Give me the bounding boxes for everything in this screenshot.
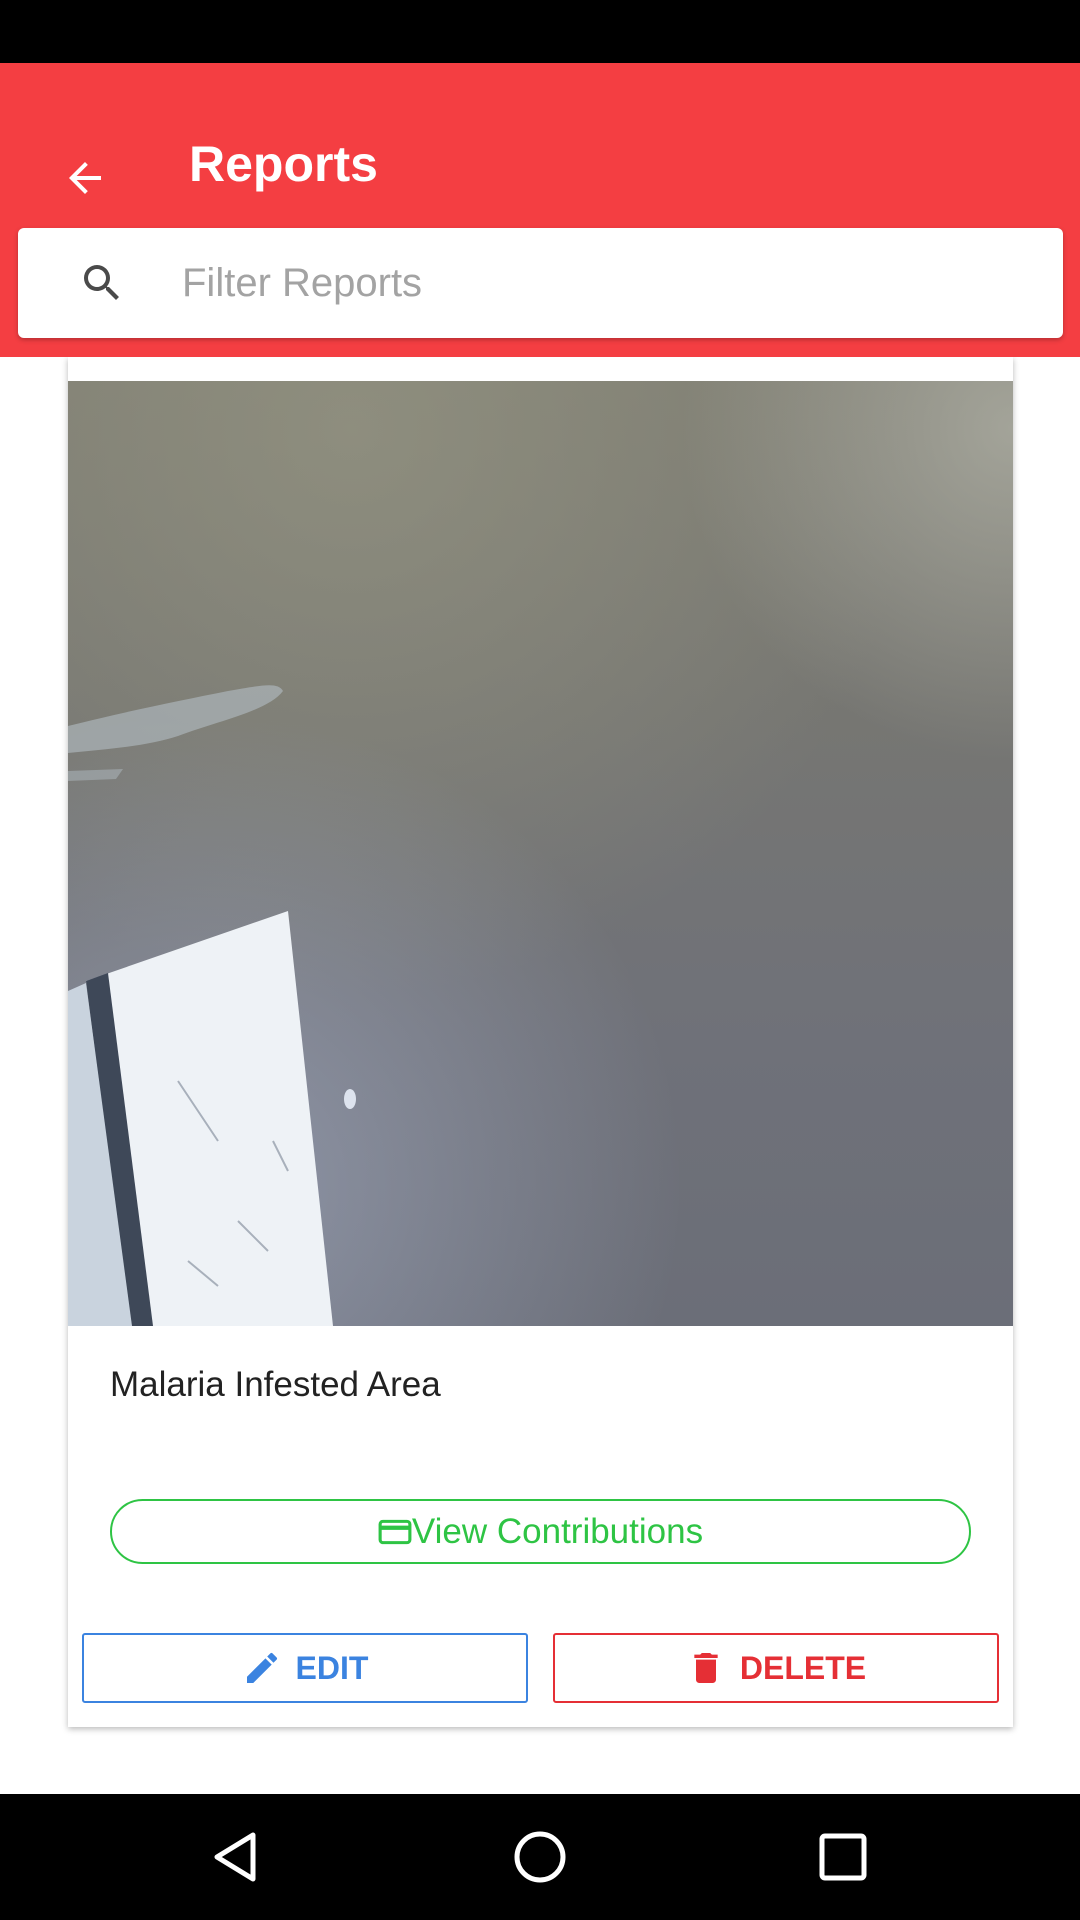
search-bar[interactable]: [18, 228, 1063, 338]
edit-label: EDIT: [295, 1649, 369, 1686]
view-contributions-label: View Contributions: [411, 1511, 704, 1551]
nav-recents-button[interactable]: [810, 1824, 876, 1890]
edit-button[interactable]: EDIT: [82, 1633, 528, 1703]
card-icon: [378, 1519, 412, 1544]
nav-recents-icon: [819, 1833, 867, 1881]
nav-back-button[interactable]: [202, 1824, 268, 1890]
view-contributions-button[interactable]: View Contributions: [110, 1499, 971, 1564]
nav-home-icon: [514, 1831, 566, 1883]
app-bar: Reports: [0, 63, 1080, 357]
pencil-icon: [246, 1652, 277, 1683]
system-nav-bar: [0, 1794, 1080, 1920]
report-photo-image: [68, 381, 1013, 1326]
report-title: Malaria Infested Area: [110, 1365, 441, 1404]
search-icon: [84, 265, 119, 300]
report-photo[interactable]: [68, 381, 1013, 1326]
nav-home-button[interactable]: [507, 1824, 573, 1890]
status-bar: [0, 0, 1080, 63]
back-button[interactable]: [40, 133, 130, 223]
trash-icon: [694, 1653, 718, 1683]
search-input[interactable]: [180, 248, 1040, 318]
report-card: Malaria Infested Area View Contributions…: [68, 357, 1013, 1727]
arrow-back-icon: [69, 162, 101, 194]
page-title: Reports: [189, 136, 378, 192]
report-list[interactable]: Malaria Infested Area View Contributions…: [0, 357, 1080, 1794]
delete-label: DELETE: [739, 1649, 867, 1686]
nav-back-icon: [214, 1832, 256, 1882]
delete-button[interactable]: DELETE: [553, 1633, 999, 1703]
